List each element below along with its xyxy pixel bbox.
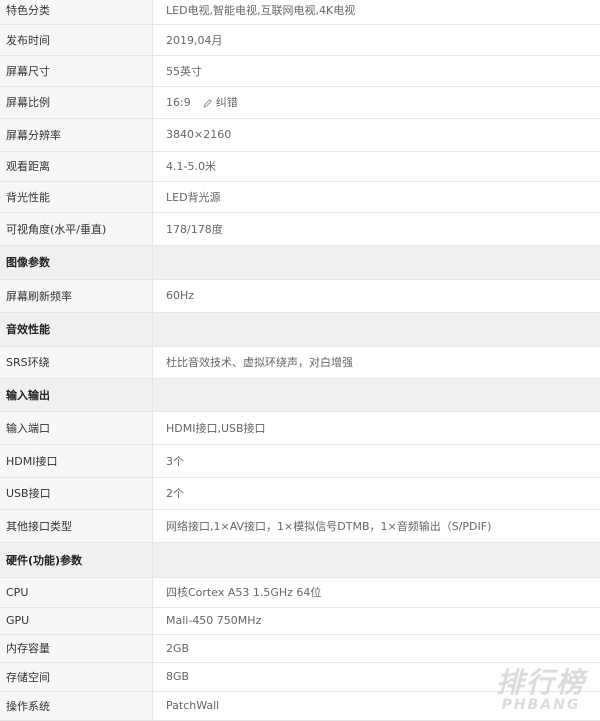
spec-table: 特色分类LED电视,智能电视,互联网电视,4K电视发布时间2019,04月屏幕尺… [0,0,600,721]
section-title: 音效性能 [0,312,153,346]
spec-row: 背光性能 LED背光源 [0,181,600,212]
spec-value: LED电视,智能电视,互联网电视,4K电视 [166,4,355,17]
spec-label: 观看距离 [0,151,153,181]
spec-value-cell: 2019,04月 [153,24,600,55]
spec-value-cell: Mali-450 750MHz [153,607,600,634]
spec-row: SRS环绕杜比音效技术、虚拟环绕声，对白增强 [0,346,600,378]
spec-value: PatchWall [166,699,219,712]
spec-row: 输入端口 HDMI接口,USB接口 [0,411,600,444]
spec-row: CPU 四核Cortex A53 1.5GHz 64位 [0,577,600,607]
spec-row: 屏幕刷新频率 60Hz [0,279,600,312]
pencil-icon [203,98,213,108]
spec-label: 操作系统 [0,691,153,720]
spec-value: 60Hz [166,289,194,302]
spec-row: HDMI接口 3个 [0,444,600,477]
spec-label: USB接口 [0,477,153,509]
spec-value-cell: 55英寸 [153,55,600,86]
spec-value: 4.1-5.0米 [166,160,216,173]
spec-value: 3840×2160 [166,128,231,141]
spec-value: 3个 [166,455,184,468]
spec-value-cell: 杜比音效技术、虚拟环绕声，对白增强 [153,346,600,378]
spec-value: 2019,04月 [166,34,223,47]
report-error-label: 纠错 [216,96,238,109]
report-error-link[interactable]: 纠错 [203,96,238,109]
spec-value-cell: 178/178度 [153,212,600,245]
spec-label: 特色分类 [0,0,153,24]
section-title: 图像参数 [0,245,153,279]
spec-label: CPU [0,577,153,607]
spec-value: 2GB [166,642,189,655]
spec-label: 输入端口 [0,411,153,444]
spec-label: 其他接口类型 [0,509,153,542]
spec-row: 发布时间 2019,04月 [0,24,600,55]
spec-value-cell: HDMI接口,USB接口 [153,411,600,444]
spec-label: 存储空间 [0,662,153,691]
spec-table-body: 特色分类LED电视,智能电视,互联网电视,4K电视发布时间2019,04月屏幕尺… [0,0,600,720]
spec-label: 可视角度(水平/垂直) [0,212,153,245]
spec-row: 内存容量 2GB [0,634,600,662]
section-title: 硬件(功能)参数 [0,542,153,577]
spec-label: 屏幕尺寸 [0,55,153,86]
spec-row: 可视角度(水平/垂直) 178/178度 [0,212,600,245]
spec-value-cell: 2个 [153,477,600,509]
spec-value-cell: LED背光源 [153,181,600,212]
spec-label: 背光性能 [0,181,153,212]
spec-value: 杜比音效技术、虚拟环绕声，对白增强 [166,356,353,369]
section-header-row: 图像参数 [0,245,600,279]
section-header-row: 硬件(功能)参数 [0,542,600,577]
spec-label: 屏幕刷新频率 [0,279,153,312]
spec-value-cell: 16:9 纠错 [153,86,600,118]
section-title: 输入输出 [0,378,153,411]
spec-value: 178/178度 [166,223,223,236]
spec-value-cell: 3个 [153,444,600,477]
spec-row: USB接口 2个 [0,477,600,509]
watermark-cn: 排行榜 [496,668,586,698]
spec-value: 网络接口,1×AV接口，1×模拟信号DTMB，1×音频输出（S/PDIF) [166,520,491,533]
spec-value-cell: 2GB [153,634,600,662]
spec-value-cell: 3840×2160 [153,118,600,151]
spec-row: 其他接口类型网络接口,1×AV接口，1×模拟信号DTMB，1×音频输出（S/PD… [0,509,600,542]
section-empty-cell [153,245,600,279]
spec-value: 8GB [166,670,189,683]
spec-label: 发布时间 [0,24,153,55]
spec-value: HDMI接口,USB接口 [166,422,266,435]
spec-row: 观看距离 4.1-5.0米 [0,151,600,181]
spec-label: GPU [0,607,153,634]
spec-row: 屏幕分辨率 3840×2160 [0,118,600,151]
spec-row: 特色分类 LED电视,智能电视,互联网电视,4K电视 [0,0,600,24]
spec-value: LED背光源 [166,191,221,204]
spec-value-cell: 60Hz [153,279,600,312]
spec-row: 屏幕尺寸 55英寸 [0,55,600,86]
section-empty-cell [153,312,600,346]
section-header-row: 音效性能 [0,312,600,346]
spec-value: 2个 [166,487,184,500]
section-empty-cell [153,542,600,577]
spec-label: HDMI接口 [0,444,153,477]
spec-value: Mali-450 750MHz [166,614,261,627]
spec-label: 屏幕比例 [0,86,153,118]
spec-value-cell: 网络接口,1×AV接口，1×模拟信号DTMB，1×音频输出（S/PDIF) [153,509,600,542]
spec-label: 屏幕分辨率 [0,118,153,151]
spec-value: 四核Cortex A53 1.5GHz 64位 [166,586,321,599]
spec-row: GPU Mali-450 750MHz [0,607,600,634]
section-empty-cell [153,378,600,411]
spec-value: 16:9 [166,96,191,109]
watermark-en: PHBANG [496,698,586,712]
spec-label: 内存容量 [0,634,153,662]
spec-label: SRS环绕 [0,346,153,378]
spec-row: 屏幕比例 16:9 纠错 [0,86,600,118]
spec-value: 55英寸 [166,65,202,78]
watermark-logo: 排行榜 PHBANG [496,668,586,712]
section-header-row: 输入输出 [0,378,600,411]
spec-value-cell: 4.1-5.0米 [153,151,600,181]
spec-value-cell: LED电视,智能电视,互联网电视,4K电视 [153,0,600,24]
spec-value-cell: 四核Cortex A53 1.5GHz 64位 [153,577,600,607]
